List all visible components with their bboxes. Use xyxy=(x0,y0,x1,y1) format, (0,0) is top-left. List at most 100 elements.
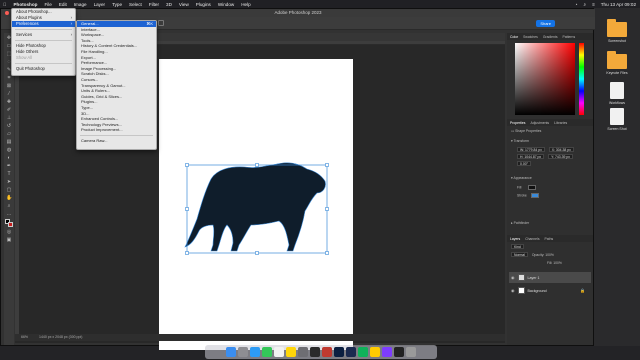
menu-item-services[interactable]: Services › xyxy=(12,32,75,38)
safari-icon[interactable] xyxy=(250,347,260,357)
tab-channels[interactable]: Channels xyxy=(525,237,539,241)
stroke-swatch[interactable] xyxy=(530,193,539,198)
lightroom-icon[interactable] xyxy=(346,347,356,357)
hand-tool-icon[interactable]: ✋ xyxy=(6,195,12,201)
clone-stamp-tool-icon[interactable]: ⊥ xyxy=(6,115,12,121)
healing-brush-tool-icon[interactable]: ✚ xyxy=(6,99,12,105)
calendar-icon[interactable] xyxy=(274,347,284,357)
visibility-eye-icon[interactable]: ◉ xyxy=(511,275,515,280)
pathfinder-header[interactable]: ▸ Pathfinder xyxy=(511,221,529,225)
type-tool-icon[interactable]: T xyxy=(6,171,12,177)
tab-layers[interactable]: Layers xyxy=(510,237,520,241)
chrome-icon[interactable] xyxy=(370,347,380,357)
visibility-eye-icon[interactable]: ◉ xyxy=(511,288,515,293)
layer-row[interactable]: ◉ Background 🔒 xyxy=(509,285,591,296)
zoom-level[interactable]: 66% xyxy=(21,335,28,339)
path-selection-tool-icon[interactable]: ➤ xyxy=(6,179,12,185)
menu-item-preferences[interactable]: Preferences › xyxy=(12,21,75,27)
hue-slider[interactable] xyxy=(579,43,584,115)
shape-tool-icon[interactable]: ▢ xyxy=(6,187,12,193)
frame-tool-icon[interactable]: ⊠ xyxy=(6,83,12,89)
menu-3d[interactable]: 3D xyxy=(166,2,172,7)
more-tools-icon[interactable]: … xyxy=(6,211,12,217)
close-window-button[interactable] xyxy=(5,11,9,15)
canvas[interactable] xyxy=(159,59,353,350)
tab-paths[interactable]: Paths xyxy=(545,237,554,241)
brush-tool-icon[interactable]: ✐ xyxy=(6,107,12,113)
menu-select[interactable]: Select xyxy=(129,2,142,7)
x-field[interactable]: X: 304.38 px xyxy=(548,147,574,152)
terminal-icon[interactable] xyxy=(394,347,404,357)
pref-item-camera-raw[interactable]: Camera Raw... xyxy=(77,138,156,144)
panther-silhouette[interactable] xyxy=(184,162,326,252)
zoom-tool-icon[interactable]: ⌕ xyxy=(6,203,12,209)
desktop-icon[interactable]: Workflows xyxy=(597,82,637,105)
share-button[interactable]: Share xyxy=(536,20,555,27)
trash-icon[interactable] xyxy=(406,347,416,357)
numbers-icon[interactable] xyxy=(358,347,368,357)
search-icon[interactable]: ⌕ xyxy=(583,2,586,7)
height-field[interactable]: H: 1044.87 px xyxy=(517,154,545,159)
launchpad-icon[interactable] xyxy=(238,347,248,357)
history-brush-tool-icon[interactable]: ↺ xyxy=(6,123,12,129)
color-picker-field[interactable] xyxy=(515,43,575,115)
desktop-icon[interactable]: Screen Shot xyxy=(597,108,637,131)
tab-properties[interactable]: Properties xyxy=(510,121,525,125)
menu-edit[interactable]: Edit xyxy=(59,2,67,7)
fill-opacity-field[interactable]: Fill: 100% xyxy=(547,261,562,265)
music-icon[interactable] xyxy=(310,347,320,357)
menu-layer[interactable]: Layer xyxy=(94,2,106,7)
angle-field[interactable]: 0.00° xyxy=(517,161,531,166)
appearance-header[interactable]: ▾ Appearance xyxy=(511,176,532,180)
width-field[interactable]: W: 1779.84 px xyxy=(517,147,545,152)
menu-plugins[interactable]: Plugins xyxy=(196,2,211,7)
desktop-icon[interactable]: Keynote Files xyxy=(597,51,637,75)
opacity-field[interactable]: Opacity: 100% xyxy=(532,253,554,257)
menu-type[interactable]: Type xyxy=(112,2,122,7)
finder-icon[interactable] xyxy=(226,347,236,357)
apple-icon[interactable]:  xyxy=(3,2,6,7)
gradient-tool-icon[interactable]: ▤ xyxy=(6,139,12,145)
notes-icon[interactable] xyxy=(286,347,296,357)
layer-kind-filter[interactable]: Kind xyxy=(511,244,524,249)
screen-mode-icon[interactable]: ▣ xyxy=(6,237,12,243)
wifi-icon[interactable]: ◔ xyxy=(575,2,578,7)
menu-item-quit-photoshop[interactable]: Quit Photoshop xyxy=(12,66,75,72)
menu-help[interactable]: Help xyxy=(241,2,250,7)
app-icon[interactable] xyxy=(382,347,392,357)
crop-tool-icon[interactable]: ⌗ xyxy=(6,75,12,81)
menu-view[interactable]: View xyxy=(179,2,189,7)
photoshop-dock-icon[interactable] xyxy=(334,347,344,357)
menu-image[interactable]: Image xyxy=(74,2,87,7)
tab-swatches[interactable]: Swatches xyxy=(523,35,538,39)
blend-mode-select[interactable]: Normal xyxy=(511,252,528,257)
dodge-tool-icon[interactable]: ◐ xyxy=(6,155,12,161)
tab-patterns[interactable]: Patterns xyxy=(563,35,576,39)
acrobat-icon[interactable] xyxy=(322,347,332,357)
tab-gradients[interactable]: Gradients xyxy=(543,35,558,39)
settings-icon[interactable] xyxy=(298,347,308,357)
pref-item-product-improvement[interactable]: Product Improvement... xyxy=(77,127,156,133)
pen-tool-icon[interactable]: ✒ xyxy=(6,163,12,169)
background-swatch[interactable] xyxy=(8,222,13,227)
quick-mask-icon[interactable]: ◎ xyxy=(6,229,12,235)
menu-file[interactable]: File xyxy=(44,2,51,7)
menu-window[interactable]: Window xyxy=(218,2,234,7)
desktop-icon[interactable]: Screenshot xyxy=(597,19,637,43)
document-dimensions[interactable]: 1440 px x 2048 px (300 ppi) xyxy=(39,335,82,339)
eyedropper-tool-icon[interactable]: ⁄ xyxy=(6,91,12,97)
menu-photoshop[interactable]: Photoshop xyxy=(13,2,37,7)
menu-filter[interactable]: Filter xyxy=(149,2,159,7)
tab-adjustments[interactable]: Adjustments xyxy=(530,121,549,125)
tab-color[interactable]: Color xyxy=(510,35,518,39)
layer-row[interactable]: ◉ Layer 1 xyxy=(509,272,591,283)
fill-swatch[interactable] xyxy=(528,185,537,190)
messages-icon[interactable] xyxy=(262,347,272,357)
foreground-background-colors-icon[interactable] xyxy=(5,219,13,227)
y-field[interactable]: Y: 743.39 px xyxy=(548,154,573,159)
control-center-icon[interactable]: ≡ xyxy=(592,2,595,7)
transform-header[interactable]: ▾ Transform xyxy=(511,139,529,143)
eraser-tool-icon[interactable]: ▱ xyxy=(6,131,12,137)
3d-mode-icon[interactable] xyxy=(158,20,164,26)
clock[interactable]: Thu 13 Apr 09:02 xyxy=(601,2,636,7)
